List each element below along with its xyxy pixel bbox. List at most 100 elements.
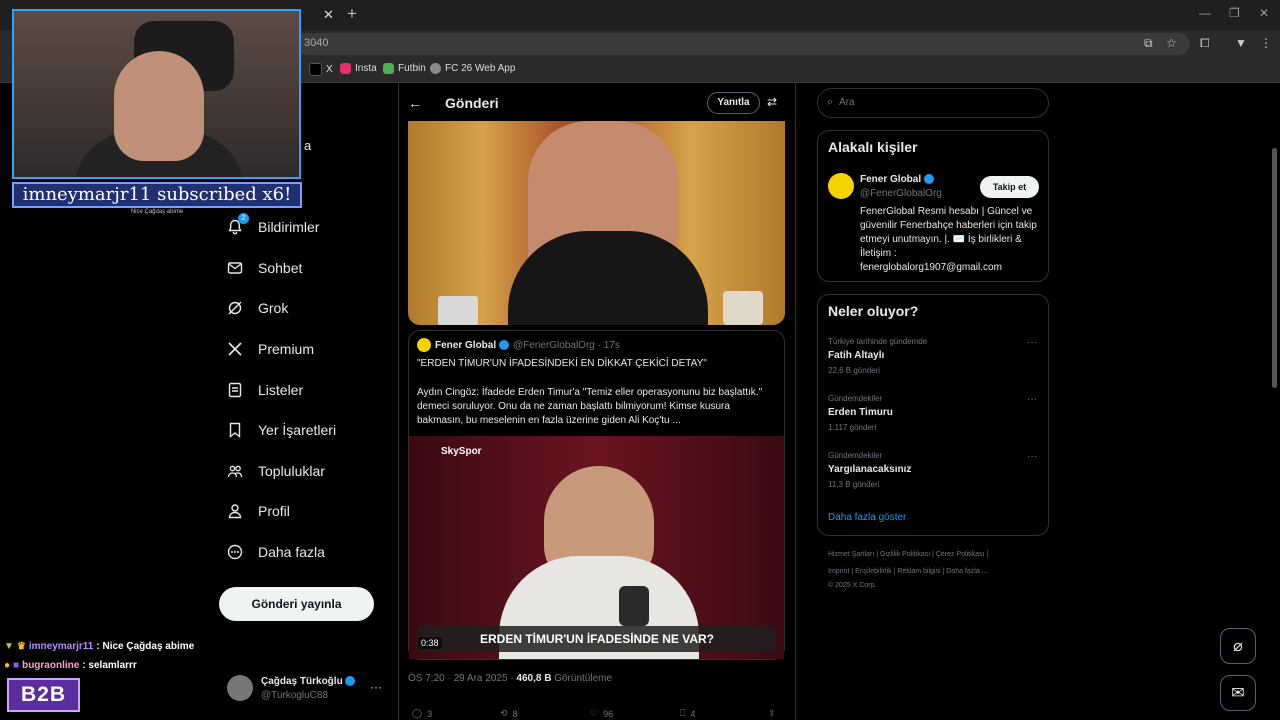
nav-item-premium[interactable]: Premium (226, 340, 314, 358)
page-title: Gönderi (445, 95, 499, 111)
related-bio: FenerGlobal Resmi hesabı | Güncel ve güv… (860, 206, 1037, 273)
footer-links[interactable]: Imprint | Erişilebilirlik | Reklam bilgi… (828, 568, 988, 575)
futbin-icon (383, 63, 394, 74)
reply-icon: ◯ (412, 708, 423, 718)
sliders-icon[interactable]: ⇄ (767, 95, 777, 109)
account-handle: @TurkogluC88 (261, 690, 329, 701)
profile-icon (226, 502, 244, 520)
address-text: 3040 (304, 37, 329, 49)
kebab-menu-icon[interactable]: ⋮ (1260, 36, 1272, 50)
trend-more-icon[interactable]: ··· (1027, 337, 1037, 348)
subscription-alert: imneymarjr11 subscribed x6! (12, 182, 302, 208)
post-button[interactable]: Gönderi yayınla (219, 587, 374, 621)
maximize-icon[interactable]: ❐ (1229, 6, 1240, 20)
nav-label: Listeler (258, 382, 304, 398)
crown-icon: ♛ (16, 641, 26, 652)
bookmark-insta[interactable]: Insta (340, 63, 377, 74)
trend-count: 11,3 B gönderi (828, 480, 880, 489)
fener-global-avatar (417, 338, 431, 352)
trend-item[interactable]: Erden Timuru (828, 407, 893, 418)
globe-icon (430, 63, 441, 74)
webcam-overlay (12, 9, 301, 179)
grok-fab[interactable]: ⌀ (1220, 628, 1256, 664)
water-glass (723, 291, 763, 325)
close-tab-icon[interactable]: ✕ (323, 7, 334, 23)
nav-label: Grok (258, 300, 289, 316)
share-icon: ⇪ (768, 708, 776, 718)
minimize-icon[interactable]: — (1199, 6, 1211, 20)
nav-item-more[interactable]: Daha fazla (226, 543, 325, 561)
trend-category: Gündemdekiler (828, 394, 883, 403)
nav-label: Yer İşaretleri (258, 422, 337, 438)
footer-links[interactable]: Hizmet Şartları | Gizlilik Politikası | … (828, 551, 988, 558)
trend-more-icon[interactable]: ··· (1027, 394, 1037, 405)
nav-item-communities[interactable]: Topluluklar (226, 462, 325, 480)
bookmark-x[interactable]: X (309, 63, 333, 76)
install-app-icon[interactable]: ⧉ (1144, 36, 1153, 51)
avatar[interactable] (227, 675, 253, 701)
nav-item-lists[interactable]: Listeler (226, 381, 303, 399)
nav-item-grok[interactable]: Grok (226, 299, 288, 317)
nav-item-notifications[interactable]: 2 Bildirimler (226, 213, 320, 236)
quoted-author-name: Fener Global (435, 340, 509, 351)
messages-fab[interactable]: ✉ (1220, 675, 1256, 711)
fener-global-avatar[interactable] (828, 173, 854, 199)
notification-badge: 2 (238, 213, 249, 224)
share-action[interactable]: ⇪ (768, 708, 776, 719)
chat-text: : selamlarrr (82, 660, 137, 671)
nav-label: Sohbet (258, 260, 303, 276)
show-more-link[interactable]: Daha fazla göster (828, 512, 906, 523)
nav-item-profile[interactable]: Profil (226, 502, 290, 520)
bookmark-fc26[interactable]: FC 26 Web App (430, 63, 515, 74)
streamer-face (114, 51, 204, 161)
account-name[interactable]: Çağdaş Türkoğlu (261, 676, 356, 687)
quoted-author-handle: @FenerGlobalOrg · 17s (513, 340, 620, 351)
search-placeholder: Ara (839, 97, 855, 108)
reply-button[interactable]: Yanıtla (707, 92, 760, 114)
follow-button[interactable]: Takip et (980, 176, 1039, 198)
new-tab-icon[interactable]: + (347, 4, 357, 24)
microphone-prop (438, 296, 478, 325)
nav-item-bookmarks[interactable]: Yer İşaretleri (226, 421, 336, 439)
trend-item[interactable]: Fatih Altaylı (828, 350, 884, 361)
post-image[interactable] (408, 121, 785, 325)
quoted-title: "ERDEN TİMUR'UN İFADESİNDEKİ EN DİKKAT Ç… (417, 358, 707, 369)
instagram-icon (340, 63, 351, 74)
related-name[interactable]: Fener Global (860, 174, 934, 185)
bookmark-icon (226, 421, 244, 439)
nav-item-messages[interactable]: Sohbet (226, 259, 302, 277)
trend-category: Türkiye tarihinde gündemde (828, 337, 928, 346)
verified-icon (345, 676, 356, 687)
sub-badge-icon: ▼ (4, 641, 14, 652)
bookmark-futbin[interactable]: Futbin (383, 63, 426, 74)
trend-item[interactable]: Yargılanacaksınız (828, 464, 911, 475)
address-bar[interactable] (296, 33, 1190, 55)
extensions-icon[interactable]: ⧠ (1200, 36, 1210, 51)
mail-icon: ✉ (1231, 685, 1245, 702)
star-icon[interactable]: ☆ (1166, 36, 1177, 50)
bookmark-action[interactable]: ⎕ 4 (680, 708, 695, 719)
post-meta: ÖS 7:20 · 29 Ara 2025 · 460,8 B Görüntül… (408, 673, 613, 684)
nav-label: Bildirimler (258, 219, 320, 235)
trends-title: Neler oluyor? (828, 303, 919, 319)
account-more-icon[interactable]: ··· (370, 680, 382, 694)
profile-shield-icon[interactable]: ▼ (1235, 36, 1247, 50)
close-window-icon[interactable]: ✕ (1259, 6, 1269, 20)
retweet-icon: ⟲ (500, 708, 508, 718)
video-caption: ERDEN TİMUR'UN İFADESİNDE NE VAR? (418, 626, 776, 652)
trend-more-icon[interactable]: ··· (1027, 451, 1037, 462)
retweet-action[interactable]: ⟲ 8 (500, 708, 518, 719)
like-icon: ♡ (590, 708, 599, 718)
like-action[interactable]: ♡ 96 (590, 708, 613, 719)
scrollbar[interactable] (1272, 148, 1277, 388)
subscription-message: Nice Çağdaş abime (130, 209, 184, 215)
verified-icon (498, 340, 509, 351)
skyspor-logo: SkySpor (441, 446, 482, 457)
trend-category: Gündemdekiler (828, 451, 883, 460)
search-icon: ⌕ (827, 96, 834, 108)
chat-text: : Nice Çağdaş abime (96, 641, 195, 652)
verified-icon (923, 174, 934, 185)
reply-action[interactable]: ◯ 3 (412, 708, 432, 719)
nav-partial-label: a (304, 138, 312, 153)
back-arrow-icon[interactable]: ← (408, 95, 422, 111)
